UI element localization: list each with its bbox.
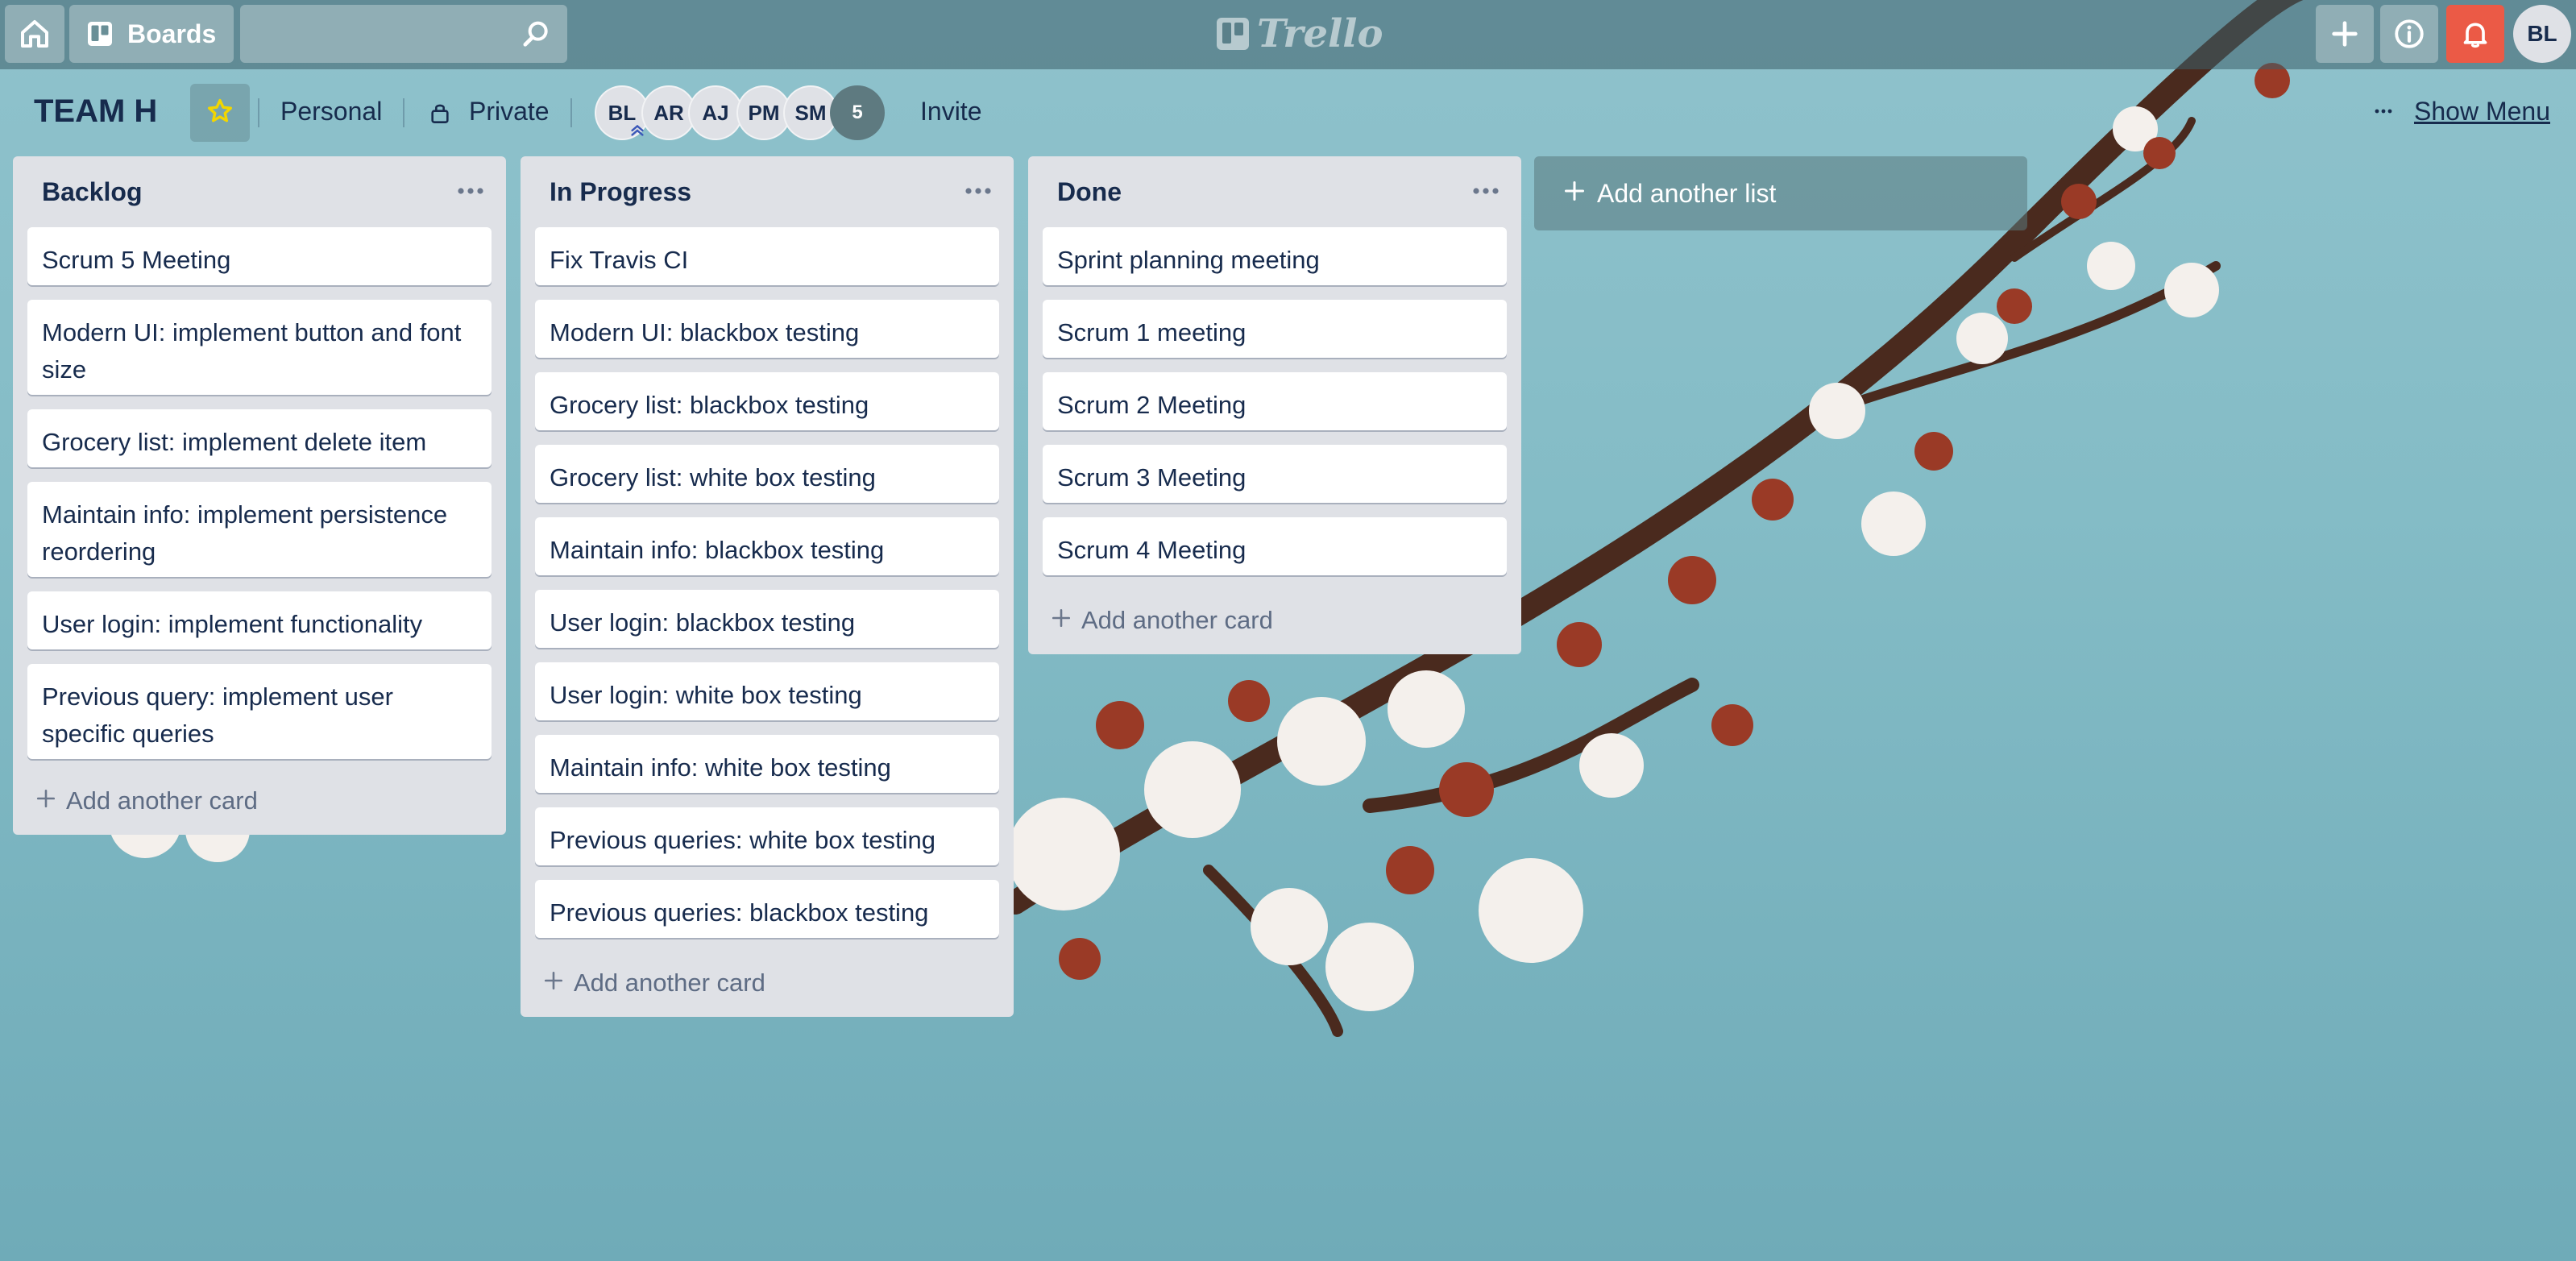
card[interactable]: Scrum 2 Meeting <box>1043 372 1507 430</box>
card[interactable]: Maintain info: implement persistence reo… <box>27 482 492 577</box>
card[interactable]: Previous queries: white box testing <box>535 807 999 865</box>
info-icon <box>2392 17 2426 51</box>
show-menu-link[interactable]: Show Menu <box>2414 97 2550 127</box>
more-members-badge[interactable]: 5 <box>830 85 885 140</box>
card[interactable]: Previous queries: blackbox testing <box>535 880 999 938</box>
trello-logo[interactable]: Trello <box>1217 10 1383 58</box>
list-menu-button[interactable] <box>1468 179 1504 205</box>
add-card-button[interactable]: Add another card <box>537 959 1001 1007</box>
trello-logo-icon <box>1217 18 1249 50</box>
card[interactable]: Previous query: implement user specific … <box>27 664 492 759</box>
plus-icon <box>2329 18 2361 50</box>
card[interactable]: Maintain info: blackbox testing <box>535 517 999 575</box>
card[interactable]: Fix Travis CI <box>535 227 999 285</box>
search-input[interactable] <box>240 5 567 63</box>
list-header: Done <box>1028 156 1521 227</box>
boards-icon <box>85 19 114 48</box>
add-card-label: Add another card <box>66 786 258 815</box>
visibility-button[interactable]: Private <box>469 97 550 127</box>
card[interactable]: User login: blackbox testing <box>535 590 999 648</box>
card[interactable]: Grocery list: implement delete item <box>27 409 492 467</box>
add-list-label: Add another list <box>1597 178 1777 208</box>
star-board-button[interactable] <box>190 84 250 142</box>
boards-button[interactable]: Boards <box>69 5 234 63</box>
ellipsis-icon <box>964 185 992 199</box>
list-menu-button[interactable] <box>960 179 996 205</box>
header-divider <box>403 98 404 127</box>
card[interactable]: Modern UI: blackbox testing <box>535 300 999 358</box>
team-button[interactable]: Personal <box>280 97 382 127</box>
logo-text: Trello <box>1257 11 1383 56</box>
plus-icon <box>1563 179 1586 209</box>
star-icon <box>206 97 234 129</box>
home-button[interactable] <box>5 5 64 63</box>
ellipsis-icon <box>1472 185 1500 199</box>
plus-icon <box>35 786 56 815</box>
search-icon[interactable] <box>521 18 553 54</box>
board-header: TEAM H Personal Private BL AR AJ PM SM 5… <box>0 69 2576 156</box>
card[interactable]: Maintain info: white box testing <box>535 735 999 793</box>
add-list-button[interactable]: Add another list <box>1534 156 2027 230</box>
card[interactable]: Modern UI: implement button and font siz… <box>27 300 492 395</box>
list-title[interactable]: Done <box>1057 177 1122 207</box>
plus-icon <box>543 969 564 998</box>
list-in-progress: In Progress Fix Travis CI Modern UI: bla… <box>521 156 1014 1017</box>
list-backlog: Backlog Scrum 5 Meeting Modern UI: imple… <box>13 156 506 835</box>
card[interactable]: Sprint planning meeting <box>1043 227 1507 285</box>
card[interactable]: Grocery list: blackbox testing <box>535 372 999 430</box>
lock-icon <box>429 100 451 130</box>
card[interactable]: Grocery list: white box testing <box>535 445 999 503</box>
home-icon <box>19 18 51 50</box>
card[interactable]: Scrum 4 Meeting <box>1043 517 1507 575</box>
notifications-button[interactable] <box>2446 5 2504 63</box>
card[interactable]: Scrum 5 Meeting <box>27 227 492 285</box>
member-avatar[interactable]: AJ <box>688 85 743 140</box>
list-title[interactable]: Backlog <box>42 177 142 207</box>
create-button[interactable] <box>2316 5 2374 63</box>
invite-button[interactable]: Invite <box>920 97 981 127</box>
add-card-label: Add another card <box>574 969 765 997</box>
card[interactable]: User login: implement functionality <box>27 591 492 649</box>
more-dots-icon[interactable] <box>2374 102 2393 125</box>
header-divider <box>570 98 572 127</box>
bell-icon <box>2459 18 2491 50</box>
add-card-label: Add another card <box>1081 606 1273 634</box>
card[interactable]: Scrum 3 Meeting <box>1043 445 1507 503</box>
list-header: Backlog <box>13 156 506 227</box>
info-button[interactable] <box>2380 5 2438 63</box>
search-box[interactable] <box>240 5 567 63</box>
board-title[interactable]: TEAM H <box>34 93 157 130</box>
top-navigation-bar: Boards Trello BL <box>0 0 2576 69</box>
boards-label: Boards <box>127 19 217 48</box>
add-card-button[interactable]: Add another card <box>29 777 493 825</box>
list-title[interactable]: In Progress <box>550 177 691 207</box>
list-header: In Progress <box>521 156 1014 227</box>
plus-icon <box>1051 606 1072 635</box>
header-divider <box>258 98 259 127</box>
list-menu-button[interactable] <box>453 179 488 205</box>
ellipsis-icon <box>457 185 484 199</box>
card[interactable]: Scrum 1 meeting <box>1043 300 1507 358</box>
add-card-button[interactable]: Add another card <box>1044 596 1508 645</box>
list-done: Done Sprint planning meeting Scrum 1 mee… <box>1028 156 1521 654</box>
user-avatar[interactable]: BL <box>2513 5 2571 63</box>
card[interactable]: User login: white box testing <box>535 662 999 720</box>
